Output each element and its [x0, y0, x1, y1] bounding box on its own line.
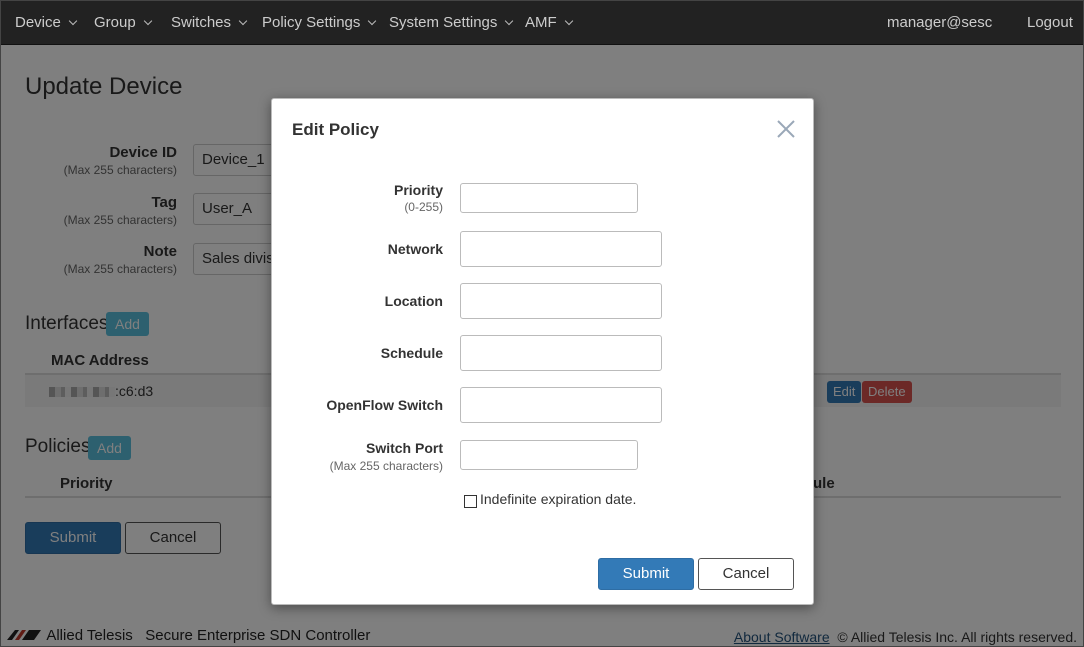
nav-policy-settings-label: Policy Settings [262, 14, 361, 31]
nav-device[interactable]: Device [15, 1, 78, 45]
nav-switches-label: Switches [171, 14, 232, 31]
nav-amf-label: AMF [525, 14, 557, 31]
nav-system-settings-label: System Settings [389, 14, 498, 31]
chevron-down-icon [368, 16, 377, 26]
dialog-submit-button[interactable]: Submit [598, 558, 694, 590]
nav-system-settings[interactable]: System Settings [389, 1, 514, 45]
location-input[interactable] [460, 283, 662, 319]
switch-port-hint: (Max 255 characters) [329, 459, 443, 473]
location-label: Location [384, 293, 443, 309]
chevron-down-icon [143, 16, 152, 26]
switch-port-label: Switch Port [365, 440, 443, 456]
nav-group-label: Group [94, 14, 136, 31]
indefinite-expiration-checkbox[interactable] [464, 495, 477, 508]
nav-switches[interactable]: Switches [171, 1, 248, 45]
schedule-input[interactable] [460, 335, 662, 371]
dialog-title: Edit Policy [292, 120, 379, 139]
top-navbar: Device Group Switches Policy Settings Sy… [1, 1, 1083, 45]
openflow-switch-input[interactable] [460, 387, 662, 423]
priority-input[interactable] [460, 183, 638, 213]
app-window: Device Group Switches Policy Settings Sy… [0, 0, 1084, 647]
chevron-down-icon [505, 16, 514, 26]
nav-device-label: Device [15, 14, 61, 31]
chevron-down-icon [564, 16, 573, 26]
switch-port-input[interactable] [460, 440, 638, 470]
logout-link[interactable]: Logout [1027, 1, 1073, 45]
edit-policy-dialog: Edit Policy Priority (0-255) Network Loc… [271, 98, 814, 605]
nav-group[interactable]: Group [94, 1, 152, 45]
nav-user[interactable]: manager@sesc [887, 1, 992, 45]
priority-hint: (0-255) [404, 200, 443, 214]
dialog-cancel-button[interactable]: Cancel [698, 558, 794, 590]
chevron-down-icon [238, 16, 248, 26]
network-input[interactable] [460, 231, 662, 267]
schedule-label: Schedule [380, 345, 443, 361]
chevron-down-icon [68, 16, 78, 26]
nav-amf[interactable]: AMF [525, 1, 573, 45]
indefinite-expiration-label[interactable]: Indefinite expiration date. [480, 491, 636, 507]
network-label: Network [387, 241, 443, 257]
openflow-switch-label: OpenFlow Switch [326, 397, 443, 413]
nav-policy-settings[interactable]: Policy Settings [262, 1, 377, 45]
priority-label: Priority [393, 182, 443, 198]
close-icon[interactable] [776, 119, 796, 139]
